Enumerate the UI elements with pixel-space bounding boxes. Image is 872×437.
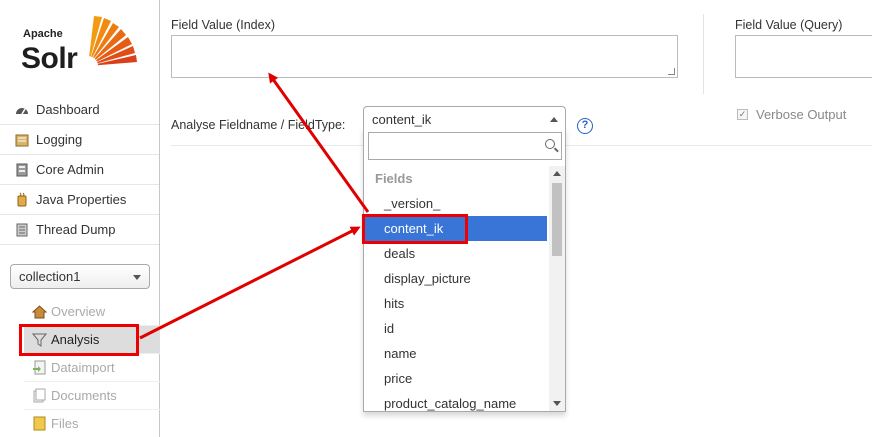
dropdown-option-list: Fields _version_ content_ik deals displa… <box>364 166 547 411</box>
dropdown-group-label: Fields <box>375 171 413 186</box>
help-glyph: ? <box>581 119 589 131</box>
core-menu-item-documents[interactable]: Documents <box>24 382 160 410</box>
dropdown-scrollbar[interactable] <box>549 166 565 411</box>
resize-grip-icon[interactable] <box>668 68 675 75</box>
nav-item-label: Java Properties <box>36 192 127 207</box>
dropdown-option[interactable]: _version_ <box>364 191 547 216</box>
field-value-index-textarea[interactable] <box>171 35 678 78</box>
core-menu-item-overview[interactable]: Overview <box>24 298 160 326</box>
dropdown-option[interactable]: product_catalog_name <box>364 391 547 411</box>
verbose-checkbox[interactable]: ✓ <box>737 109 748 120</box>
analysis-panel: Field Value (Index) Field Value (Query) … <box>161 0 872 437</box>
dropdown-option[interactable]: hits <box>364 291 547 316</box>
nav-item-label: Dashboard <box>36 102 100 117</box>
field-value-query-textarea[interactable] <box>735 35 872 78</box>
dropdown-option[interactable]: deals <box>364 241 547 266</box>
nav-item-label: Thread Dump <box>36 222 116 237</box>
dropdown-option[interactable]: name <box>364 341 547 366</box>
fieldtype-select-value: content_ik <box>372 112 432 127</box>
nav-item-core-admin[interactable]: Core Admin <box>0 155 159 185</box>
fieldtype-dropdown: Fields _version_ content_ik deals displa… <box>363 127 566 412</box>
nav-item-logging[interactable]: Logging <box>0 125 159 155</box>
core-menu-label: Overview <box>51 304 106 319</box>
nav-item-label: Core Admin <box>36 162 104 177</box>
dropdown-option[interactable]: display_picture <box>364 266 547 291</box>
main-nav: Dashboard Logging Core Admin Java Proper… <box>0 95 159 245</box>
field-value-query-label: Field Value (Query) <box>735 18 843 32</box>
core-menu-label: Documents <box>51 388 117 403</box>
chevron-down-icon <box>133 275 141 280</box>
dropdown-option[interactable]: id <box>364 316 547 341</box>
files-icon <box>32 416 47 431</box>
home-icon <box>31 304 48 319</box>
scroll-up-icon[interactable] <box>553 171 561 176</box>
core-menu-item-dataimport[interactable]: Dataimport <box>24 354 160 382</box>
scroll-down-icon[interactable] <box>553 401 561 406</box>
logo-solr-text: Solr <box>21 42 78 75</box>
dataimport-icon <box>32 360 47 375</box>
thread-dump-icon <box>14 222 30 238</box>
nav-item-label: Logging <box>36 132 83 147</box>
scroll-thumb[interactable] <box>552 183 562 256</box>
core-menu: Overview Analysis Dataimport Documents F… <box>24 298 160 437</box>
core-selector[interactable]: collection1 <box>10 264 150 289</box>
nav-item-dashboard[interactable]: Dashboard <box>0 95 159 125</box>
fieldname-label: Analyse Fieldname / FieldType: <box>171 118 346 132</box>
core-menu-label: Files <box>51 416 79 431</box>
dropdown-search-input[interactable] <box>368 132 562 160</box>
dashboard-icon <box>14 102 30 118</box>
chevron-up-icon <box>550 117 558 122</box>
solr-logo[interactable]: Apache Solr <box>20 14 142 78</box>
field-value-index-label: Field Value (Index) <box>171 18 275 32</box>
documents-icon <box>32 388 47 403</box>
sidebar: Apache Solr Dashboard Logging Core Admin… <box>0 0 160 437</box>
nav-item-java-properties[interactable]: Java Properties <box>0 185 159 215</box>
search-icon <box>545 139 555 149</box>
solr-sunburst-icon <box>80 16 137 76</box>
annotation-box-content-ik <box>362 214 468 244</box>
java-icon <box>14 192 30 208</box>
verbose-output-toggle[interactable]: ✓ Verbose Output <box>737 107 846 122</box>
nav-item-thread-dump[interactable]: Thread Dump <box>0 215 159 245</box>
core-menu-label: Dataimport <box>51 360 115 375</box>
help-icon[interactable]: ? <box>577 118 593 134</box>
core-admin-icon <box>14 162 30 178</box>
column-divider <box>703 14 704 94</box>
logo-apache-text: Apache <box>23 28 63 40</box>
annotation-box-analysis <box>19 324 139 356</box>
verbose-label: Verbose Output <box>756 107 847 122</box>
logging-icon <box>14 132 30 148</box>
dropdown-option[interactable]: price <box>364 366 547 391</box>
core-selector-value: collection1 <box>19 269 81 284</box>
core-menu-item-files[interactable]: Files <box>24 410 160 437</box>
